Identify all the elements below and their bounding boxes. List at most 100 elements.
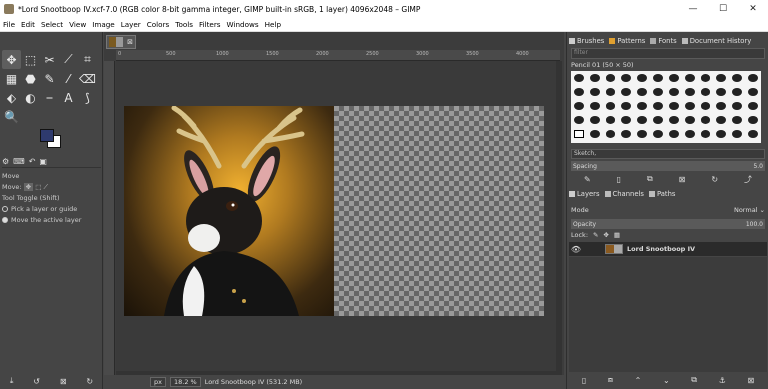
path-tool-icon[interactable]: ⎯: [40, 88, 59, 107]
move-layer-icon[interactable]: ✥: [23, 183, 34, 191]
brush-item[interactable]: [653, 88, 663, 96]
image-canvas[interactable]: [124, 106, 544, 316]
spacing-slider[interactable]: Spacing 5.0: [571, 161, 765, 171]
tab-patterns[interactable]: Patterns: [609, 37, 645, 45]
brush-item[interactable]: [605, 88, 616, 96]
layer-row[interactable]: 👁 Lord Snootboop IV: [569, 242, 767, 256]
move-path-icon[interactable]: ⟋: [43, 183, 48, 191]
brush-item[interactable]: [748, 130, 758, 138]
tab-channels[interactable]: Channels: [604, 190, 644, 198]
brush-tag-input[interactable]: Sketch,: [571, 149, 765, 159]
unit-select[interactable]: px: [150, 377, 166, 387]
brush-item[interactable]: [732, 130, 743, 138]
lock-alpha-icon[interactable]: ▦: [614, 231, 620, 239]
brush-item[interactable]: [668, 102, 679, 110]
menu-filters[interactable]: Filters: [199, 20, 221, 29]
new-layer-group-icon[interactable]: ⧈: [608, 375, 613, 385]
brush-item[interactable]: [637, 88, 648, 96]
menu-windows[interactable]: Windows: [227, 20, 259, 29]
color-swatches[interactable]: [38, 129, 64, 151]
brush-item[interactable]: [684, 88, 695, 96]
brush-item[interactable]: [668, 130, 679, 138]
restore-options-icon[interactable]: ↺: [33, 377, 40, 386]
menu-image[interactable]: Image: [92, 20, 115, 29]
brush-item[interactable]: [621, 116, 632, 124]
brush-item[interactable]: [621, 88, 632, 96]
zoom-tool-icon[interactable]: 🔍: [2, 107, 21, 126]
duplicate-layer-icon[interactable]: ⧉: [691, 375, 697, 385]
visibility-eye-icon[interactable]: 👁: [569, 245, 583, 254]
brush-item[interactable]: [574, 102, 584, 110]
anchor-layer-icon[interactable]: ⚓: [719, 376, 726, 385]
layers-list-area[interactable]: [569, 257, 767, 372]
brush-item[interactable]: [668, 88, 679, 96]
brush-item[interactable]: [621, 102, 632, 110]
menu-layer[interactable]: Layer: [121, 20, 141, 29]
brush-item[interactable]: [700, 116, 711, 124]
menu-select[interactable]: Select: [41, 20, 63, 29]
brush-item[interactable]: [637, 74, 648, 82]
refresh-brushes-icon[interactable]: ↻: [711, 175, 718, 184]
brush-item[interactable]: [748, 74, 758, 82]
brush-item[interactable]: [732, 74, 743, 82]
brush-item[interactable]: [589, 116, 600, 124]
brush-item-selected[interactable]: [574, 130, 584, 138]
delete-options-icon[interactable]: ⊠: [60, 377, 67, 386]
brush-item[interactable]: [700, 74, 711, 82]
close-button[interactable]: ✕: [738, 0, 768, 18]
image-tab[interactable]: ⊠: [106, 35, 136, 49]
brush-item[interactable]: [700, 102, 711, 110]
brush-item[interactable]: [748, 88, 758, 96]
lock-pixels-icon[interactable]: ✎: [593, 231, 598, 239]
zoom-select[interactable]: 18.2 %: [169, 377, 201, 387]
mode-select[interactable]: Normal ⌄: [734, 206, 765, 214]
new-layer-icon[interactable]: ▯: [582, 376, 586, 385]
brush-item[interactable]: [589, 74, 600, 82]
fuzzy-select-tool-icon[interactable]: ⟋: [59, 50, 78, 69]
menu-tools[interactable]: Tools: [175, 20, 193, 29]
brush-item[interactable]: [684, 116, 695, 124]
brush-item[interactable]: [748, 102, 758, 110]
menu-edit[interactable]: Edit: [21, 20, 35, 29]
brush-item[interactable]: [732, 102, 743, 110]
pick-layer-option[interactable]: Pick a layer or guide: [2, 205, 77, 213]
brush-as-image-icon[interactable]: ⤴: [744, 174, 752, 185]
lower-layer-icon[interactable]: ⌄: [663, 376, 670, 385]
minimize-button[interactable]: —: [678, 0, 708, 18]
brush-item[interactable]: [732, 116, 743, 124]
menu-colors[interactable]: Colors: [147, 20, 170, 29]
brush-item[interactable]: [605, 116, 616, 124]
brush-item[interactable]: [684, 130, 695, 138]
maximize-button[interactable]: ☐: [708, 0, 738, 18]
brush-item[interactable]: [748, 116, 758, 124]
new-brush-icon[interactable]: ▯: [617, 175, 621, 184]
crop-tool-icon[interactable]: ⌗: [78, 50, 97, 69]
brush-item[interactable]: [621, 74, 632, 82]
menu-file[interactable]: File: [3, 20, 15, 29]
foreground-color[interactable]: [40, 129, 54, 142]
duplicate-brush-icon[interactable]: ⧉: [647, 174, 653, 184]
images-tab-icon[interactable]: ▣: [39, 157, 47, 166]
brush-item[interactable]: [732, 88, 743, 96]
brush-item[interactable]: [700, 88, 711, 96]
brush-grid[interactable]: [571, 71, 761, 143]
eraser-tool-icon[interactable]: ⌫: [78, 69, 97, 88]
tool-options-tab-icon[interactable]: ⚙: [2, 157, 9, 166]
rect-select-tool-icon[interactable]: ⬚: [21, 50, 40, 69]
vertical-scrollbar[interactable]: [556, 61, 562, 379]
canvas-viewport[interactable]: [116, 61, 560, 379]
pencil-tool-icon[interactable]: ⁄: [59, 69, 78, 88]
menu-view[interactable]: View: [69, 20, 86, 29]
raise-layer-icon[interactable]: ⌃: [635, 376, 642, 385]
dodge-tool-icon[interactable]: ◐: [21, 88, 40, 107]
opacity-slider[interactable]: Opacity 100.0: [571, 219, 765, 229]
layer-name[interactable]: Lord Snootboop IV: [627, 245, 695, 253]
brush-item[interactable]: [589, 102, 600, 110]
reset-options-icon[interactable]: ↻: [86, 377, 93, 386]
pick-layer-radio[interactable]: [2, 206, 8, 212]
brush-item[interactable]: [684, 74, 695, 82]
move-tool-icon[interactable]: ✥: [2, 50, 21, 69]
tab-fonts[interactable]: Fonts: [650, 37, 677, 45]
tab-paths[interactable]: Paths: [648, 190, 675, 198]
tab-layers[interactable]: Layers: [569, 190, 600, 198]
